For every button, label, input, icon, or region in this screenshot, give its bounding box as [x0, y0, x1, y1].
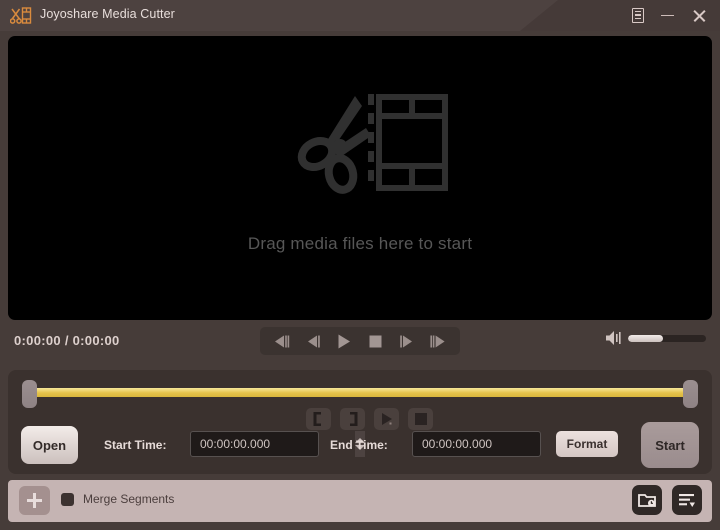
end-time-field[interactable]	[412, 431, 587, 457]
time-display: 0:00:00 / 0:00:00	[14, 333, 120, 348]
merge-segments-toggle[interactable]: Merge Segments	[61, 492, 174, 506]
timeline-progress-bar[interactable]	[30, 388, 690, 397]
scissors-filmstrip-icon	[297, 94, 448, 194]
title-bar: Joyoshare Media Cutter	[0, 0, 720, 31]
bottom-right-buttons	[632, 485, 702, 515]
app-logo-icon	[10, 7, 32, 24]
playback-controls	[260, 327, 460, 355]
timeline-panel: Open Start Time: End Time: Format Start	[8, 370, 712, 474]
volume-slider[interactable]	[628, 334, 706, 342]
segments-bar: Merge Segments	[8, 480, 712, 522]
open-button[interactable]: Open	[21, 426, 78, 464]
minimize-button[interactable]	[651, 0, 683, 31]
end-time-input[interactable]	[413, 437, 577, 451]
merge-segments-checkbox[interactable]	[61, 492, 74, 506]
step-backward-icon	[307, 335, 320, 347]
stop-icon	[369, 335, 382, 347]
previous-frame-button[interactable]	[269, 329, 295, 353]
timeline-track[interactable]	[22, 380, 698, 408]
app-title: Joyoshare Media Cutter	[40, 7, 175, 21]
trim-start-handle[interactable]	[22, 380, 37, 408]
skip-forward-icon	[430, 335, 445, 347]
start-time-field[interactable]	[190, 431, 365, 457]
volume-slider-fill	[628, 334, 664, 342]
play-icon	[338, 334, 351, 348]
forward-button[interactable]	[394, 329, 420, 353]
video-preview-area[interactable]: Drag media files here to start	[8, 36, 712, 320]
step-forward-icon	[400, 335, 412, 347]
rewind-button[interactable]	[300, 329, 326, 353]
start-button[interactable]: Start	[641, 422, 699, 468]
drop-zone[interactable]: Drag media files here to start	[8, 88, 712, 254]
folder-clock-icon	[638, 494, 656, 507]
app-window: Joyoshare Media Cutter Drag media files …	[0, 0, 720, 530]
menu-list-icon	[632, 8, 644, 23]
merge-segments-label: Merge Segments	[83, 492, 175, 506]
end-time-label: End Time:	[330, 438, 388, 452]
add-segment-button[interactable]	[19, 486, 50, 515]
list-sort-icon	[679, 493, 695, 507]
segment-list-button[interactable]	[672, 485, 702, 515]
format-button[interactable]: Format	[556, 431, 618, 457]
skip-backward-icon	[274, 335, 289, 347]
volume-control	[605, 330, 706, 346]
drop-zone-text: Drag media files here to start	[247, 234, 473, 253]
menu-button[interactable]	[622, 0, 654, 31]
minimize-icon	[660, 14, 674, 17]
close-icon	[692, 9, 706, 23]
trim-end-handle[interactable]	[683, 380, 698, 408]
history-button[interactable]	[632, 485, 662, 515]
close-button[interactable]	[683, 0, 715, 31]
next-frame-button[interactable]	[425, 329, 451, 353]
play-button[interactable]	[331, 329, 357, 353]
start-time-label: Start Time:	[104, 438, 167, 452]
edit-controls-row: Open Start Time: End Time: Format Start	[8, 416, 712, 472]
plus-icon	[27, 493, 42, 508]
speaker-icon[interactable]	[605, 330, 623, 346]
stop-button[interactable]	[363, 329, 389, 353]
